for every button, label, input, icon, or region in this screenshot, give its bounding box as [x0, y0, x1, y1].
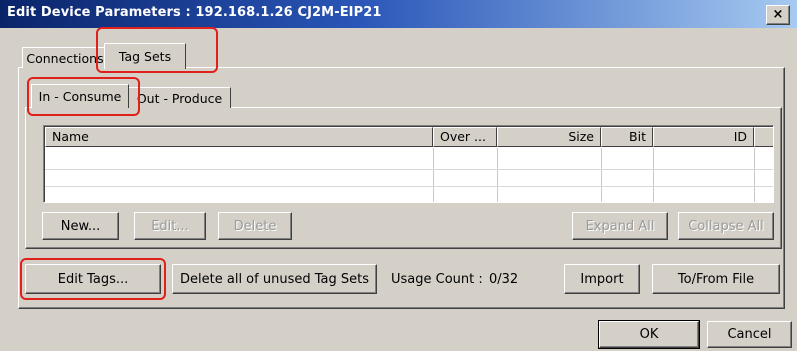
- grid-line: [497, 148, 498, 202]
- grid-line: [601, 148, 602, 202]
- delete-unused-tag-sets-button[interactable]: Delete all of unused Tag Sets: [172, 264, 377, 294]
- edit-button[interactable]: Edit...: [134, 212, 206, 240]
- tab-out-produce[interactable]: Out - Produce: [128, 87, 231, 108]
- tab-tag-sets[interactable]: Tag Sets: [104, 43, 186, 69]
- close-button[interactable]: ×: [766, 5, 790, 25]
- grid-line: [45, 186, 773, 187]
- tab-connections-label: Connections: [26, 50, 104, 66]
- column-header-size[interactable]: Size: [497, 127, 601, 147]
- tab-in-consume-label: In - Consume: [38, 89, 122, 104]
- column-header-name[interactable]: Name: [45, 127, 433, 147]
- to-from-file-button[interactable]: To/From File: [652, 264, 780, 294]
- grid-line: [653, 148, 654, 202]
- tab-in-consume[interactable]: In - Consume: [31, 84, 129, 108]
- import-button[interactable]: Import: [564, 264, 640, 294]
- close-icon: ×: [772, 7, 784, 22]
- tab-out-produce-label: Out - Produce: [136, 90, 223, 106]
- grid-line: [433, 148, 434, 202]
- new-button[interactable]: New...: [42, 212, 119, 240]
- expand-all-button[interactable]: Expand All: [572, 212, 668, 240]
- cancel-button[interactable]: Cancel: [707, 321, 792, 348]
- column-header-bit[interactable]: Bit: [601, 127, 653, 147]
- collapse-all-button[interactable]: Collapse All: [678, 212, 774, 240]
- grid-line: [754, 148, 755, 202]
- highlight-edit-tags-button: [20, 258, 166, 300]
- delete-button[interactable]: Delete: [218, 212, 292, 240]
- usage-count-value: 0/32: [489, 272, 519, 287]
- usage-count-label: Usage Count :: [391, 272, 483, 287]
- grid-line: [45, 169, 773, 170]
- column-header-over[interactable]: Over ...: [433, 127, 497, 147]
- tag-sets-table[interactable]: Name Over ... Size Bit ID: [43, 125, 774, 203]
- column-header-filler: [754, 127, 773, 147]
- column-header-id[interactable]: ID: [653, 127, 754, 147]
- tab-tag-sets-label: Tag Sets: [118, 49, 172, 64]
- ok-button[interactable]: OK: [598, 320, 700, 349]
- window-title: Edit Device Parameters : 192.168.1.26 CJ…: [7, 5, 382, 20]
